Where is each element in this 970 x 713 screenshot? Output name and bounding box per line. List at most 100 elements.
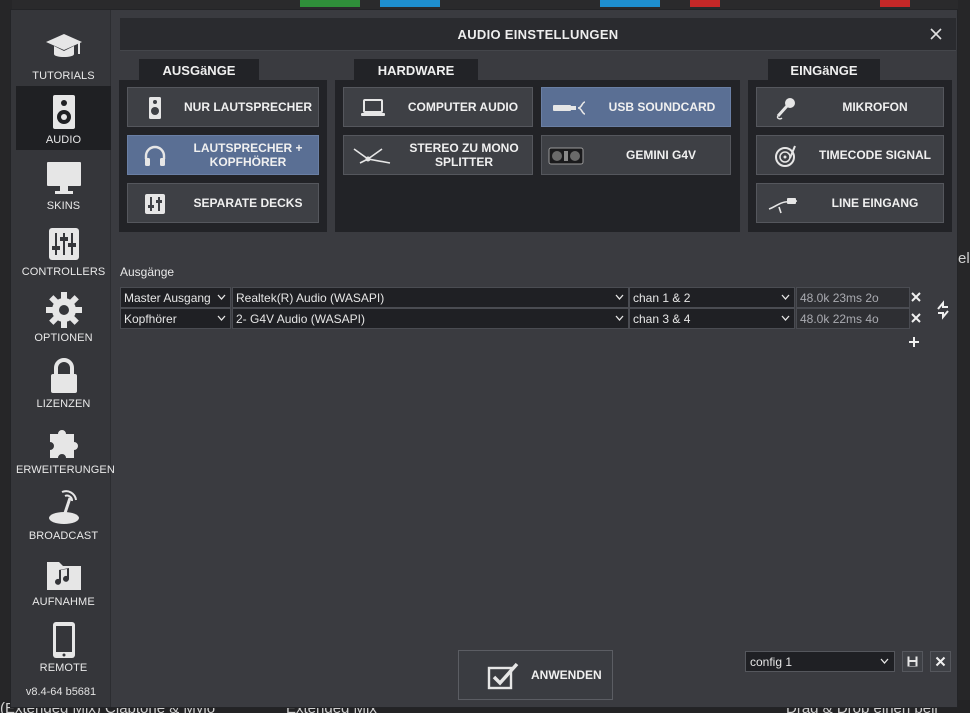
outputs-section-label: Ausgänge xyxy=(120,265,175,279)
microphone-icon xyxy=(776,98,795,120)
remove-row-icon[interactable] xyxy=(910,291,922,303)
graduation-cap-icon xyxy=(45,34,82,57)
monitor-icon xyxy=(46,162,81,194)
sidebar-item-audio[interactable]: AUDIO xyxy=(16,86,111,150)
chevron-down-icon xyxy=(781,315,790,321)
chan-select[interactable]: chan 1 & 2 xyxy=(629,287,795,308)
version-label: v8.4-64 b5681 xyxy=(25,686,97,698)
computer-audio-button[interactable]: COMPUTER AUDIO xyxy=(343,87,533,127)
lock-icon xyxy=(50,358,77,393)
speaker-icon xyxy=(52,95,75,129)
latency-info: 48.0k 23ms 2o xyxy=(796,287,910,308)
floppy-disk-icon xyxy=(907,656,918,667)
sidebar-item-controllers[interactable]: CONTROLLERS xyxy=(16,218,111,282)
chevron-down-icon xyxy=(615,294,624,300)
lautsprecher-kopfhoerer-button[interactable]: LAUTSPRECHER + KOPFHÖRER xyxy=(127,135,319,175)
sidebar-item-aufnahme[interactable]: AUFNAHME xyxy=(16,548,111,612)
button-label: STEREO ZU MONO SPLITTER xyxy=(409,141,519,169)
sidebar-item-label: LIZENZEN xyxy=(36,398,91,410)
background-right-strip xyxy=(958,0,970,713)
sidebar-item-label: AUFNAHME xyxy=(32,596,95,608)
device-select[interactable]: 2- G4V Audio (WASAPI) xyxy=(232,308,629,329)
button-label: LAUTSPRECHER + KOPFHÖRER xyxy=(193,141,303,169)
button-label: NUR LAUTSPRECHER xyxy=(183,100,312,114)
background-right-fragment: el xyxy=(958,250,970,267)
music-folder-icon xyxy=(46,562,81,590)
usb-soundcard-button[interactable]: USB SOUNDCARD xyxy=(541,87,731,127)
speaker-icon xyxy=(149,97,161,119)
apply-button[interactable]: ANWENDEN xyxy=(458,650,613,700)
sidebar-item-label: AUDIO xyxy=(45,134,82,146)
chevron-down-icon xyxy=(880,658,889,664)
separate-decks-button[interactable]: SEPARATE DECKS xyxy=(127,183,319,223)
button-label: MIKROFON xyxy=(842,100,908,114)
save-config-button[interactable] xyxy=(902,651,923,672)
button-label: TIMECODE SIGNAL xyxy=(818,148,931,162)
latency-info: 48.0k 22ms 4o xyxy=(796,308,910,329)
tablet-icon xyxy=(52,622,75,658)
channel-value: Kopfhörer xyxy=(124,312,177,326)
headphones-icon xyxy=(144,145,166,166)
sidebar-item-tutorials[interactable]: TUTORIALS xyxy=(16,22,111,86)
gemini-g4v-button[interactable]: GEMINI G4V xyxy=(541,135,731,175)
sidebar-item-label: ERWEITERUNGEN xyxy=(16,464,115,476)
sidebar-item-broadcast[interactable]: BROADCAST xyxy=(16,482,111,546)
channel-value: Master Ausgang xyxy=(124,291,211,305)
swap-rows-icon[interactable] xyxy=(935,300,951,320)
line-eingang-button[interactable]: LINE EINGANG xyxy=(756,183,944,223)
mikrofon-button[interactable]: MIKROFON xyxy=(756,87,944,127)
chan-select[interactable]: chan 3 & 4 xyxy=(629,308,795,329)
device-select[interactable]: Realtek(R) Audio (WASAPI) xyxy=(232,287,629,308)
sidebar-item-label: CONTROLLERS xyxy=(21,266,106,278)
checkbox-icon xyxy=(487,662,519,690)
device-value: 2- G4V Audio (WASAPI) xyxy=(236,312,365,326)
device-value: Realtek(R) Audio (WASAPI) xyxy=(236,291,385,305)
channel-select[interactable]: Kopfhörer xyxy=(120,308,231,329)
inputs-panel: MIKROFON TIMECODE SIGNAL LINE EINGANG xyxy=(748,80,952,232)
hardware-panel: COMPUTER AUDIO USB SOUNDCARD STEREO ZU M… xyxy=(335,80,740,232)
button-label: SEPARATE DECKS xyxy=(193,196,303,210)
chan-value: chan 3 & 4 xyxy=(633,312,691,326)
timecode-signal-button[interactable]: TIMECODE SIGNAL xyxy=(756,135,944,175)
puzzle-icon xyxy=(49,430,78,458)
sidebar-item-label: OPTIONEN xyxy=(34,332,93,344)
tab-hardware: HARDWARE xyxy=(354,59,478,80)
close-icon xyxy=(935,656,946,667)
chevron-down-icon xyxy=(217,294,226,300)
chan-value: chan 1 & 2 xyxy=(633,291,691,305)
sidebar-item-label: BROADCAST xyxy=(28,530,99,542)
laptop-icon xyxy=(361,99,385,116)
line-cable-icon xyxy=(768,198,798,214)
channel-select[interactable]: Master Ausgang xyxy=(120,287,231,308)
sidebar-item-label: SKINS xyxy=(46,200,81,212)
dialog-titlebar: AUDIO EINSTELLUNGEN xyxy=(120,18,956,51)
vinyl-icon xyxy=(775,145,796,167)
remove-row-icon[interactable] xyxy=(910,312,922,324)
audio-settings-dialog: TUTORIALS AUDIO SKINS CONTROLLERS OPTION… xyxy=(10,9,958,708)
tab-ausgaenge: AUSGäNGE xyxy=(139,59,259,80)
stereo-mono-splitter-button[interactable]: STEREO ZU MONO SPLITTER xyxy=(343,135,533,175)
dialog-title: AUDIO EINSTELLUNGEN xyxy=(457,27,619,42)
sidebar-item-erweiterungen[interactable]: ERWEITERUNGEN xyxy=(16,416,115,480)
tab-eingaenge: EINGäNGE xyxy=(768,59,880,80)
button-label: COMPUTER AUDIO xyxy=(407,100,519,114)
add-row-icon[interactable] xyxy=(908,336,920,348)
sidebar-item-remote[interactable]: REMOTE xyxy=(16,614,111,678)
sidebar-item-optionen[interactable]: OPTIONEN xyxy=(16,284,111,348)
config-select[interactable]: config 1 xyxy=(745,651,895,672)
close-icon[interactable] xyxy=(926,24,946,44)
delete-config-button[interactable] xyxy=(930,651,951,672)
button-label: GEMINI G4V xyxy=(625,148,696,162)
sidebar-item-lizenzen[interactable]: LIZENZEN xyxy=(16,350,111,414)
chevron-down-icon xyxy=(217,315,226,321)
settings-sidebar: TUTORIALS AUDIO SKINS CONTROLLERS OPTION… xyxy=(11,10,115,707)
gear-icon xyxy=(45,292,82,328)
apply-label: ANWENDEN xyxy=(531,668,602,682)
chevron-down-icon xyxy=(781,294,790,300)
mixer-sliders-icon xyxy=(48,228,79,260)
config-value: config 1 xyxy=(750,655,793,669)
chevron-down-icon xyxy=(615,315,624,321)
sidebar-item-skins[interactable]: SKINS xyxy=(16,152,111,216)
satellite-dish-icon xyxy=(48,490,79,524)
nur-lautsprecher-button[interactable]: NUR LAUTSPRECHER xyxy=(127,87,319,127)
